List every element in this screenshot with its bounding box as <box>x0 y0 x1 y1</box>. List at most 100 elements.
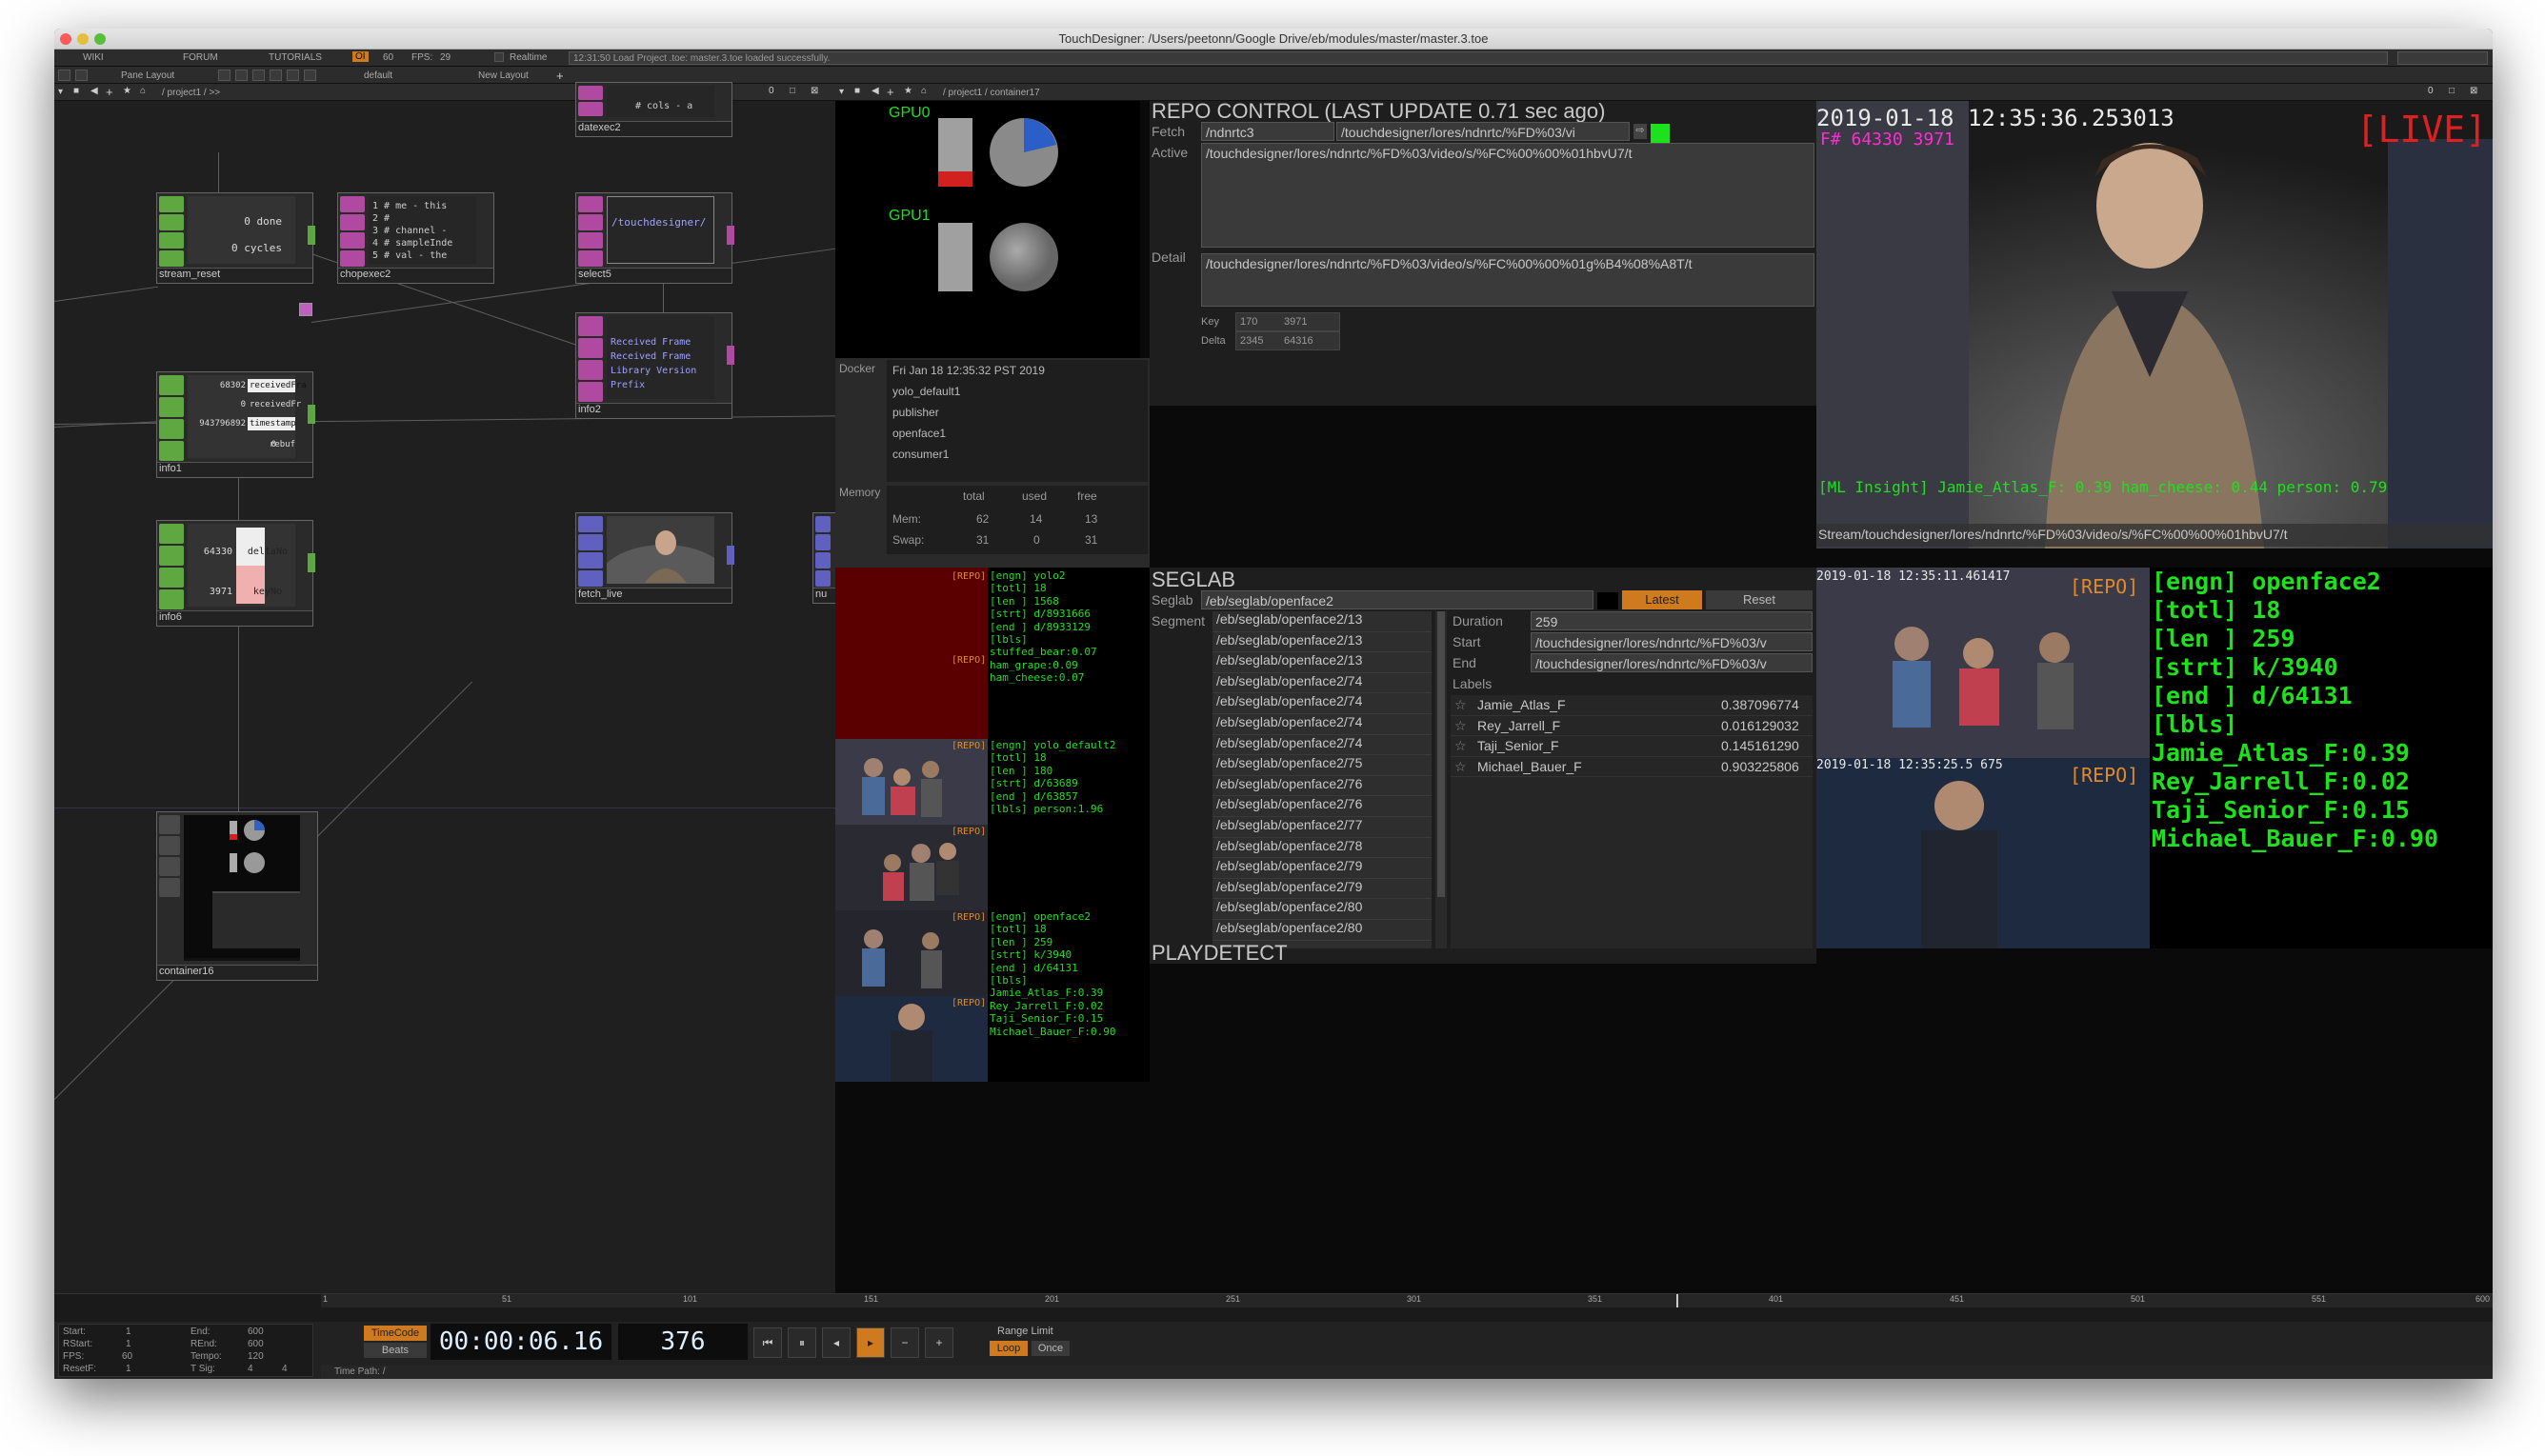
tutorials-link[interactable]: TUTORIALS <box>269 52 322 63</box>
segment-list[interactable]: /eb/seglab/openface2/13 /eb/seglab/openf… <box>1212 611 1432 948</box>
pause-icon[interactable]: ⏸ <box>788 1327 816 1358</box>
segment-item[interactable]: /eb/seglab/openface2/75 <box>1212 755 1432 776</box>
fetch-live-node[interactable]: fetch_live <box>575 512 734 604</box>
layout-1-icon[interactable] <box>218 70 230 81</box>
time-path[interactable]: Time Path: / <box>334 1366 386 1377</box>
node-name[interactable]: container16 <box>157 965 317 980</box>
segment-item[interactable]: /eb/seglab/openface2/76 <box>1212 796 1432 817</box>
node-flags[interactable] <box>578 86 603 117</box>
layout-4-icon[interactable] <box>270 70 282 81</box>
stat-value[interactable]: 120 <box>248 1351 264 1362</box>
right-pane-menu-icon[interactable]: ▾ <box>839 87 844 97</box>
left-pane-path[interactable]: / project1 / >> <box>162 88 220 98</box>
star-icon[interactable]: ★ <box>123 86 131 96</box>
node-flags[interactable] <box>159 815 180 961</box>
oi-button[interactable]: OI <box>352 51 369 62</box>
label-row[interactable]: ☆ Taji_Senior_F 0.145161290 <box>1451 736 1813 757</box>
pulse-port[interactable] <box>299 303 312 316</box>
home-icon[interactable]: ⌂ <box>140 86 146 96</box>
right-zero-icon[interactable]: 0 <box>2428 86 2434 96</box>
stream-reset-node[interactable]: 0 done 0 cycles stream_reset <box>156 192 315 284</box>
star-icon[interactable]: ☆ <box>1454 759 1467 775</box>
label-row[interactable]: ☆ Rey_Jarrell_F 0.016129032 <box>1451 716 1813 737</box>
output-port[interactable] <box>308 226 315 245</box>
search-field[interactable] <box>2397 51 2488 65</box>
layout-2-icon[interactable] <box>235 70 248 81</box>
stat-value[interactable]: 600 <box>248 1326 264 1337</box>
scrollbar-thumb[interactable] <box>1437 611 1445 897</box>
right-home-icon[interactable]: ⌂ <box>921 86 927 96</box>
right-back-icon[interactable]: ◀ <box>872 86 879 96</box>
default-layout-label[interactable]: default <box>364 70 392 81</box>
node-flags[interactable] <box>578 316 603 402</box>
segment-item[interactable]: /eb/seglab/openface2/76 <box>1212 776 1432 797</box>
container16-node[interactable]: container16 <box>156 811 318 981</box>
node-flags[interactable] <box>578 516 603 588</box>
split-icon[interactable] <box>75 70 88 81</box>
pane-menu-icon[interactable]: ▾ <box>58 87 63 97</box>
segment-item[interactable]: /eb/seglab/openface2/74 <box>1212 673 1432 694</box>
duration-field[interactable]: 259 <box>1531 611 1813 630</box>
latest-button[interactable]: Latest <box>1622 590 1702 609</box>
node-flags[interactable] <box>815 516 831 588</box>
chopexec2-node[interactable]: 1 # me - this 2 # 3 # channel - 4 # samp… <box>337 192 494 284</box>
node-flags[interactable] <box>159 196 184 268</box>
segment-item[interactable]: /eb/seglab/openface2/13 <box>1212 611 1432 632</box>
step-back-icon[interactable]: ◂ <box>822 1327 851 1358</box>
select5-node[interactable]: /touchdesigner/ select5 <box>575 192 734 284</box>
wiki-link[interactable]: WIKI <box>83 52 104 63</box>
segment-item[interactable]: /eb/seglab/openface2/80 <box>1212 920 1432 941</box>
node-name[interactable]: info2 <box>576 403 731 418</box>
segment-item[interactable]: /eb/seglab/openface2/80 <box>1212 899 1432 920</box>
timecode-display[interactable]: 00:00:06.16 <box>431 1324 611 1360</box>
node-name[interactable]: datexec2 <box>576 121 731 136</box>
stat-value[interactable]: 1 <box>126 1364 131 1374</box>
forum-link[interactable]: FORUM <box>183 52 218 63</box>
node-name[interactable]: stream_reset <box>157 268 312 283</box>
output-port[interactable] <box>727 346 734 365</box>
fetch-arrow-icon[interactable]: ⇨ <box>1633 124 1647 139</box>
right-pane-path[interactable]: / project1 / container17 <box>943 88 1040 98</box>
output-port[interactable] <box>308 405 315 424</box>
segment-scrollbar[interactable] <box>1435 611 1447 948</box>
output-port[interactable] <box>727 226 734 245</box>
seglab-select[interactable]: /eb/seglab/openface2 <box>1201 590 1593 609</box>
stat-value[interactable]: 60 <box>122 1351 132 1362</box>
segment-item[interactable]: /eb/seglab/openface2/13 <box>1212 652 1432 673</box>
layout-6-icon[interactable] <box>304 70 316 81</box>
plus-icon[interactable]: + <box>925 1327 953 1358</box>
node-flags[interactable] <box>340 196 365 268</box>
end-field[interactable]: /touchdesigner/lores/ndnrtc/%FD%03/v <box>1531 653 1813 672</box>
node-flags[interactable] <box>159 375 184 461</box>
label-row[interactable]: ☆ Michael_Bauer_F 0.903225806 <box>1451 757 1813 778</box>
start-field[interactable]: /touchdesigner/lores/ndnrtc/%FD%03/v <box>1531 632 1813 651</box>
right-close-pane-icon[interactable]: ⊠ <box>2470 86 2477 96</box>
network-editor[interactable]: 0 done 0 cycles stream_reset 1 # me - th… <box>54 82 851 1322</box>
stop-icon[interactable]: ■ <box>73 86 79 96</box>
segment-item[interactable]: /eb/seglab/openface2/77 <box>1212 817 1432 838</box>
node-flags[interactable] <box>159 524 184 609</box>
datexec2-node[interactable]: # cols - a datexec2 <box>575 82 732 137</box>
realtime-checkbox[interactable] <box>494 52 504 62</box>
segment-item[interactable]: /eb/seglab/openface2/74 <box>1212 714 1432 735</box>
detail-field[interactable]: /touchdesigner/lores/ndnrtc/%FD%03/video… <box>1201 253 1814 307</box>
node-name[interactable]: select5 <box>576 268 731 283</box>
right-star-icon[interactable]: ★ <box>904 86 912 96</box>
active-field[interactable]: /touchdesigner/lores/ndnrtc/%FD%03/video… <box>1201 143 1814 248</box>
segment-item[interactable]: /eb/seglab/openface2/13 <box>1212 632 1432 653</box>
right-stop-icon[interactable]: ■ <box>854 86 860 96</box>
stat-value[interactable]: 1 <box>126 1339 131 1349</box>
zero-icon[interactable]: 0 <box>769 86 774 96</box>
playhead[interactable] <box>1676 1294 1678 1307</box>
play-icon[interactable]: ▸ <box>856 1327 885 1358</box>
segment-item[interactable]: /eb/seglab/openface2/74 <box>1212 735 1432 756</box>
layout-3-icon[interactable] <box>252 70 265 81</box>
add-layout-icon[interactable]: + <box>556 69 564 83</box>
timecode-toggle[interactable]: TimeCode <box>364 1326 427 1341</box>
info1-node[interactable]: 68302 receivedFra 0 receivedFr 943796892… <box>156 371 315 478</box>
node-flags[interactable] <box>578 196 603 268</box>
output-port[interactable] <box>727 546 734 565</box>
add-op-icon[interactable]: + <box>106 85 113 99</box>
timeline-ruler[interactable]: 1 51 101 151 201 251 301 351 401 451 501… <box>321 1294 2493 1307</box>
info2-node[interactable]: Received Frame Received Frame Library Ve… <box>575 312 734 419</box>
